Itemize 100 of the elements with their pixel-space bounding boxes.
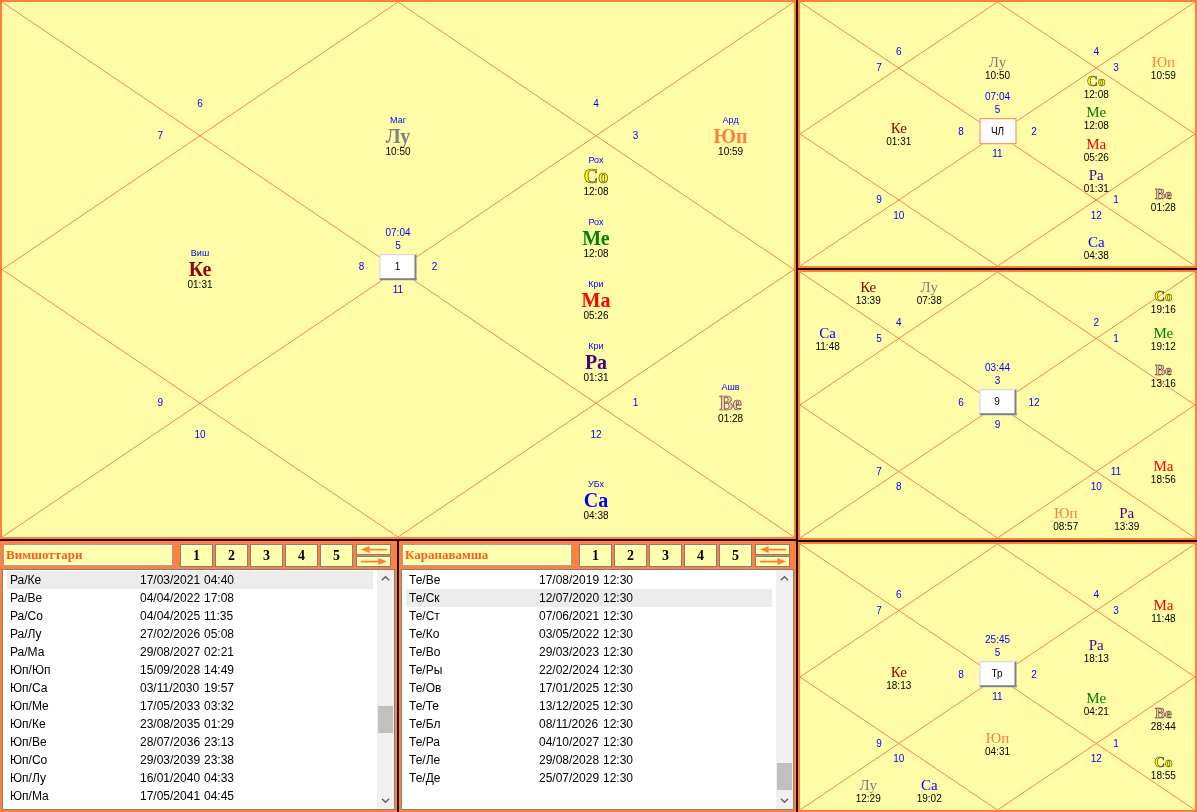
sign-number: 12: [1090, 754, 1102, 765]
list-row[interactable]: Те/Ск 12/07/2020 12:30: [406, 589, 772, 607]
chevron-down-icon[interactable]: [381, 796, 390, 805]
period-cell-text: Юп/Ме: [10, 698, 50, 715]
degree-label: 01:31: [187, 279, 213, 291]
list-row[interactable]: Те/Ра 04/10/2027 12:30: [406, 733, 772, 751]
page-button[interactable]: 2: [614, 543, 647, 567]
list-row[interactable]: Юп/Са 03/11/2030 19:57: [7, 679, 373, 697]
scrollbar[interactable]: [776, 570, 793, 809]
list-row[interactable]: Юп/Ке 23/08/2035 01:29: [7, 715, 373, 733]
page-button[interactable]: 5: [320, 543, 353, 567]
date-cell-text: 28/07/2036: [140, 734, 202, 751]
planet-label: Ме: [1086, 690, 1107, 706]
page-button[interactable]: 4: [285, 543, 318, 567]
date-cell-text: 04/04/2025: [140, 608, 202, 625]
list-row[interactable]: Юп/Юп 15/09/2028 14:49: [7, 661, 373, 679]
sign-number: 12: [1090, 210, 1102, 221]
page-button[interactable]: 5: [719, 543, 752, 567]
degree-label: 12:08: [583, 186, 609, 198]
sign-number: 7: [876, 466, 882, 477]
time-cell-text: 12:30: [603, 608, 634, 625]
period-cell-text: Те/Ры: [409, 662, 444, 679]
previous-button[interactable]: [755, 543, 790, 555]
planet-label: Ра: [1119, 506, 1135, 522]
scrollbar-thumb[interactable]: [378, 705, 393, 733]
page-button[interactable]: 3: [649, 543, 682, 567]
chart-center-button[interactable]: Тр: [979, 661, 1016, 688]
sign-number: 4: [1093, 589, 1100, 600]
list-row[interactable]: Ра/Со 04/04/2025 11:35: [7, 607, 373, 625]
next-button[interactable]: [356, 555, 391, 567]
list-row[interactable]: Юп/Лу 16/01/2040 04:33: [7, 769, 373, 787]
page-button[interactable]: 1: [579, 543, 612, 567]
planet-label: Са: [819, 325, 836, 341]
sign-number: 8: [357, 260, 366, 275]
list-row[interactable]: Ра/Ке 17/03/2021 04:40: [7, 571, 373, 589]
list-row[interactable]: Те/Ов 17/01/2025 12:30: [406, 679, 772, 697]
sign-number: 7: [876, 63, 882, 73]
period-cell-text: Те/Во: [409, 644, 442, 661]
degree-label: 18:56: [1150, 473, 1176, 485]
sign-number: 11: [992, 147, 1003, 161]
sign-number: 11: [1110, 466, 1122, 477]
scrollbar[interactable]: [377, 570, 394, 809]
list-row[interactable]: Те/Бл 08/11/2026 12:30: [406, 715, 772, 733]
list-row[interactable]: Те/Во 29/03/2023 12:30: [406, 643, 772, 661]
list-row[interactable]: Те/Ры 22/02/2024 12:30: [406, 661, 772, 679]
period-cell-text: Те/Бл: [409, 716, 442, 733]
ascendant-time: 07:04: [385, 226, 411, 239]
sign-number: 8: [957, 124, 965, 139]
list-row[interactable]: Ра/Лу 27/02/2026 05:08: [7, 625, 373, 643]
sign-number: 10: [1090, 482, 1102, 493]
sign-number: 5: [876, 333, 882, 344]
time-cell-text: 12:30: [603, 680, 634, 697]
list-row[interactable]: Те/Ве 17/08/2019 12:30: [406, 571, 772, 589]
list-row[interactable]: Те/Ле 29/08/2028 12:30: [406, 751, 772, 769]
planet-label: Ве: [1155, 362, 1172, 378]
list-row[interactable]: Юп/Со 29/03/2039 23:38: [7, 751, 373, 769]
list-row[interactable]: Те/Де 25/07/2029 12:30: [406, 769, 772, 787]
nakshatra-label: Рох: [588, 155, 604, 167]
page-button[interactable]: 4: [684, 543, 717, 567]
list-row[interactable]: Юп/Ме 17/05/2033 03:32: [7, 697, 373, 715]
chevron-up-icon[interactable]: [381, 574, 390, 583]
date-cell-text: 04/10/2027: [539, 734, 601, 751]
date-cell-text: 12/07/2020: [539, 590, 601, 607]
date-cell-text: 04/04/2022: [140, 590, 202, 607]
list-row[interactable]: Те/Ст 07/06/2021 12:30: [406, 607, 772, 625]
list-row[interactable]: Ра/Ма 29/08/2027 02:21: [7, 643, 373, 661]
planet-label: Ке: [890, 664, 907, 679]
degree-label: 12:08: [583, 248, 609, 260]
sign-number: 12: [1028, 395, 1040, 410]
date-cell-text: 03/11/2030: [140, 680, 201, 697]
sign-number: 9: [994, 418, 1001, 432]
sign-number: 3: [632, 130, 639, 141]
page-button[interactable]: 1: [180, 543, 213, 567]
period-cell-text: Юп/Са: [10, 680, 49, 697]
previous-button[interactable]: [356, 543, 391, 555]
list-row[interactable]: Ра/Ве 04/04/2022 17:08: [7, 589, 373, 607]
list-row[interactable]: Юп/Ве 28/07/2036 23:13: [7, 733, 373, 751]
scrollbar-thumb[interactable]: [777, 763, 792, 790]
chart-center-button[interactable]: 9: [979, 389, 1016, 416]
page-button[interactable]: 2: [215, 543, 248, 567]
sign-number: 1: [1113, 738, 1119, 749]
degree-label: 01:28: [1150, 202, 1176, 213]
date-cell-text: 07/06/2021: [539, 608, 601, 625]
time-cell-text: 23:13: [204, 734, 235, 751]
sign-number: 3: [994, 374, 1001, 388]
list-row[interactable]: Те/Ко 03/05/2022 12:30: [406, 625, 772, 643]
degree-label: 07:38: [916, 295, 942, 307]
page-button[interactable]: 3: [250, 543, 283, 567]
chart-center-button[interactable]: ЧЛ: [979, 118, 1016, 145]
time-cell-text: 12:30: [603, 752, 634, 769]
date-cell-text: 17/01/2025: [539, 680, 601, 697]
time-cell-text: 01:29: [204, 716, 235, 733]
next-button[interactable]: [755, 555, 790, 567]
period-cell-text: Ра/Лу: [10, 626, 43, 643]
degree-label: 13:39: [855, 295, 881, 307]
chevron-down-icon[interactable]: [780, 796, 789, 805]
chart-center-button[interactable]: 1: [379, 253, 417, 280]
chevron-up-icon[interactable]: [780, 574, 789, 583]
list-row[interactable]: Те/Те 13/12/2025 12:30: [406, 697, 772, 715]
list-row[interactable]: Юп/Ма 17/05/2041 04:45: [7, 787, 373, 805]
